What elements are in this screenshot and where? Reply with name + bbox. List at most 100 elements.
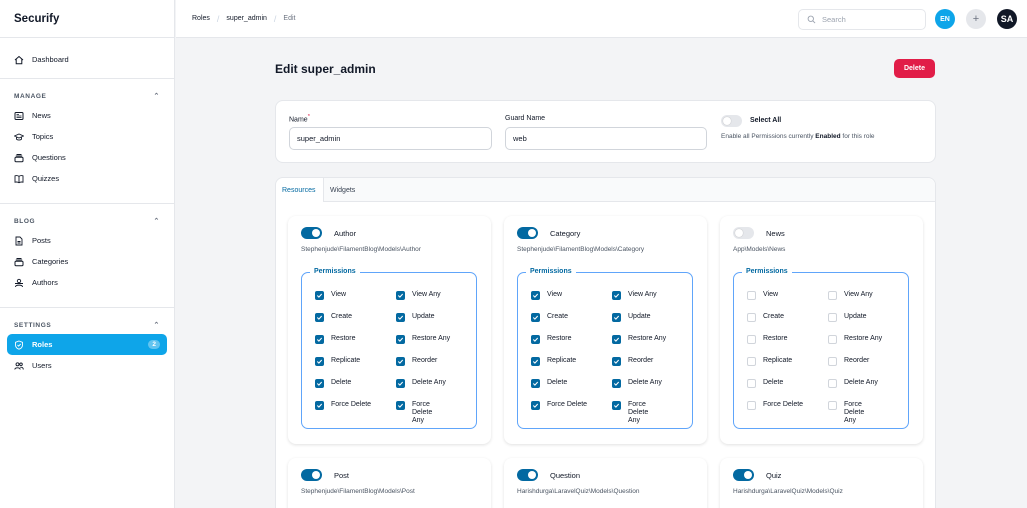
permission-label: Restore [763,335,788,342]
brand-logo[interactable]: Securify [0,0,174,38]
guard-name-field[interactable]: web [505,127,707,150]
sidebar-item-news[interactable]: News [7,105,167,126]
permission-label: Update [412,313,435,320]
permission-label: Delete Any [628,379,662,386]
plus-icon[interactable]: + [966,9,986,29]
permission-checkbox[interactable]: Force Delete Any [828,401,876,425]
name-label-text: Name [289,116,308,124]
permission-checkbox[interactable]: Restore Any [612,335,666,344]
tab-widgets[interactable]: Widgets [324,178,361,202]
group-settings[interactable]: SETTINGS ⌃ [0,316,174,334]
resource-toggle[interactable] [733,227,754,239]
permission-checkbox[interactable]: Update [828,313,867,322]
resource-toggle[interactable] [517,469,538,481]
divider [0,203,174,204]
sidebar-item-roles[interactable]: Roles 2 [7,334,167,355]
permissions-fieldset: Permissions View View Any Create Update Resto… [733,268,909,429]
permission-checkbox[interactable]: Restore [315,335,356,344]
permission-checkbox[interactable]: Reorder [612,357,653,366]
permission-checkbox[interactable]: Restore [531,335,572,344]
divider [0,78,174,79]
group-blog[interactable]: BLOG ⌃ [0,212,174,230]
permission-checkbox[interactable]: View Any [396,291,441,300]
topbar: Roles / super_admin / Edit Search EN + S… [176,0,1027,38]
permission-checkbox[interactable]: View [531,291,562,300]
book-open-icon [14,174,24,184]
page-title: Edit super_admin [275,62,376,76]
permission-label: Force Delete [763,401,804,408]
sidebar-item-topics[interactable]: Topics [7,126,167,147]
permission-checkbox[interactable]: Delete Any [612,379,662,388]
checkbox-icon [315,313,324,322]
permission-checkbox[interactable]: Create [747,313,784,322]
permission-checkbox[interactable]: Create [315,313,352,322]
tab-resources[interactable]: Resources [276,178,324,202]
checkbox-icon [612,291,621,300]
permission-checkbox[interactable]: Update [396,313,435,322]
resource-title: Category [550,229,581,238]
permission-label: Create [331,313,353,320]
permission-checkbox[interactable]: Restore Any [828,335,882,344]
sidebar-item-authors[interactable]: Authors [7,272,167,293]
resource-toggle[interactable] [733,469,754,481]
permission-checkbox[interactable]: View [315,291,346,300]
sidebar-item-posts[interactable]: Posts [7,230,167,251]
sidebar-item-quizzes[interactable]: Quizzes [7,168,167,189]
permission-checkbox[interactable]: View Any [612,291,657,300]
permission-checkbox[interactable]: Delete [747,379,783,388]
checkbox-icon [612,313,621,322]
permission-checkbox[interactable]: Restore Any [396,335,450,344]
permission-checkbox[interactable]: Force Delete [315,401,371,410]
select-all-toggle[interactable] [721,115,742,127]
checkbox-icon [747,313,756,322]
permission-checkbox[interactable]: Force Delete [531,401,587,410]
permission-label: Restore Any [412,335,451,342]
permission-checkbox[interactable]: Delete Any [396,379,446,388]
sidebar-item-dashboard[interactable]: Dashboard [7,49,167,70]
search-input[interactable]: Search [798,9,926,30]
resource-card: Question Harishdurga\LaravelQuiz\Models\Q… [504,458,707,508]
permission-checkbox[interactable]: Delete [315,379,351,388]
checkbox-icon [612,379,621,388]
permission-checkbox[interactable]: Replicate [747,357,792,366]
resource-toggle[interactable] [517,227,538,239]
sidebar-item-label: Topics [32,132,54,141]
breadcrumb-record[interactable]: super_admin [226,15,266,22]
permission-checkbox[interactable]: Create [531,313,568,322]
permission-checkbox[interactable]: Delete [531,379,567,388]
permission-checkbox[interactable]: Replicate [531,357,576,366]
permission-checkbox[interactable]: Reorder [396,357,437,366]
permission-checkbox[interactable]: Force Delete [747,401,803,410]
sidebar-item-questions[interactable]: Questions [7,147,167,168]
user-avatar[interactable]: SA [997,9,1017,29]
permission-label: Restore [547,335,572,342]
name-field[interactable]: super_admin [289,127,492,150]
breadcrumb-roles[interactable]: Roles [192,15,210,22]
resource-toggle[interactable] [301,227,322,239]
checkbox-icon [396,379,405,388]
permission-label: Force Delete Any [844,401,865,424]
checkbox-icon [828,401,837,410]
permission-checkbox[interactable]: View [747,291,778,300]
language-switch-button[interactable]: EN [935,9,955,29]
permission-checkbox[interactable]: Reorder [828,357,869,366]
permission-label: Delete [331,379,352,386]
permission-checkbox[interactable]: Replicate [315,357,360,366]
sidebar-item-users[interactable]: Users [7,355,167,376]
resource-title: Author [334,229,357,238]
select-all-label: Select All [750,117,782,124]
delete-button[interactable]: Delete [894,59,935,78]
permission-checkbox[interactable]: View Any [828,291,873,300]
group-manage[interactable]: MANAGE ⌃ [0,87,174,105]
permission-checkbox[interactable]: Restore [747,335,788,344]
permission-checkbox[interactable]: Update [612,313,651,322]
home-icon [14,55,24,65]
resource-toggle[interactable] [301,469,322,481]
permission-checkbox[interactable]: Delete Any [828,379,878,388]
sidebar-item-categories[interactable]: Categories [7,251,167,272]
permission-checkbox[interactable]: Force Delete Any [396,401,444,425]
permission-label: Reorder [628,357,654,364]
permission-checkbox[interactable]: Force Delete Any [612,401,660,425]
permission-label: Reorder [844,357,870,364]
search-placeholder: Search [822,15,846,24]
